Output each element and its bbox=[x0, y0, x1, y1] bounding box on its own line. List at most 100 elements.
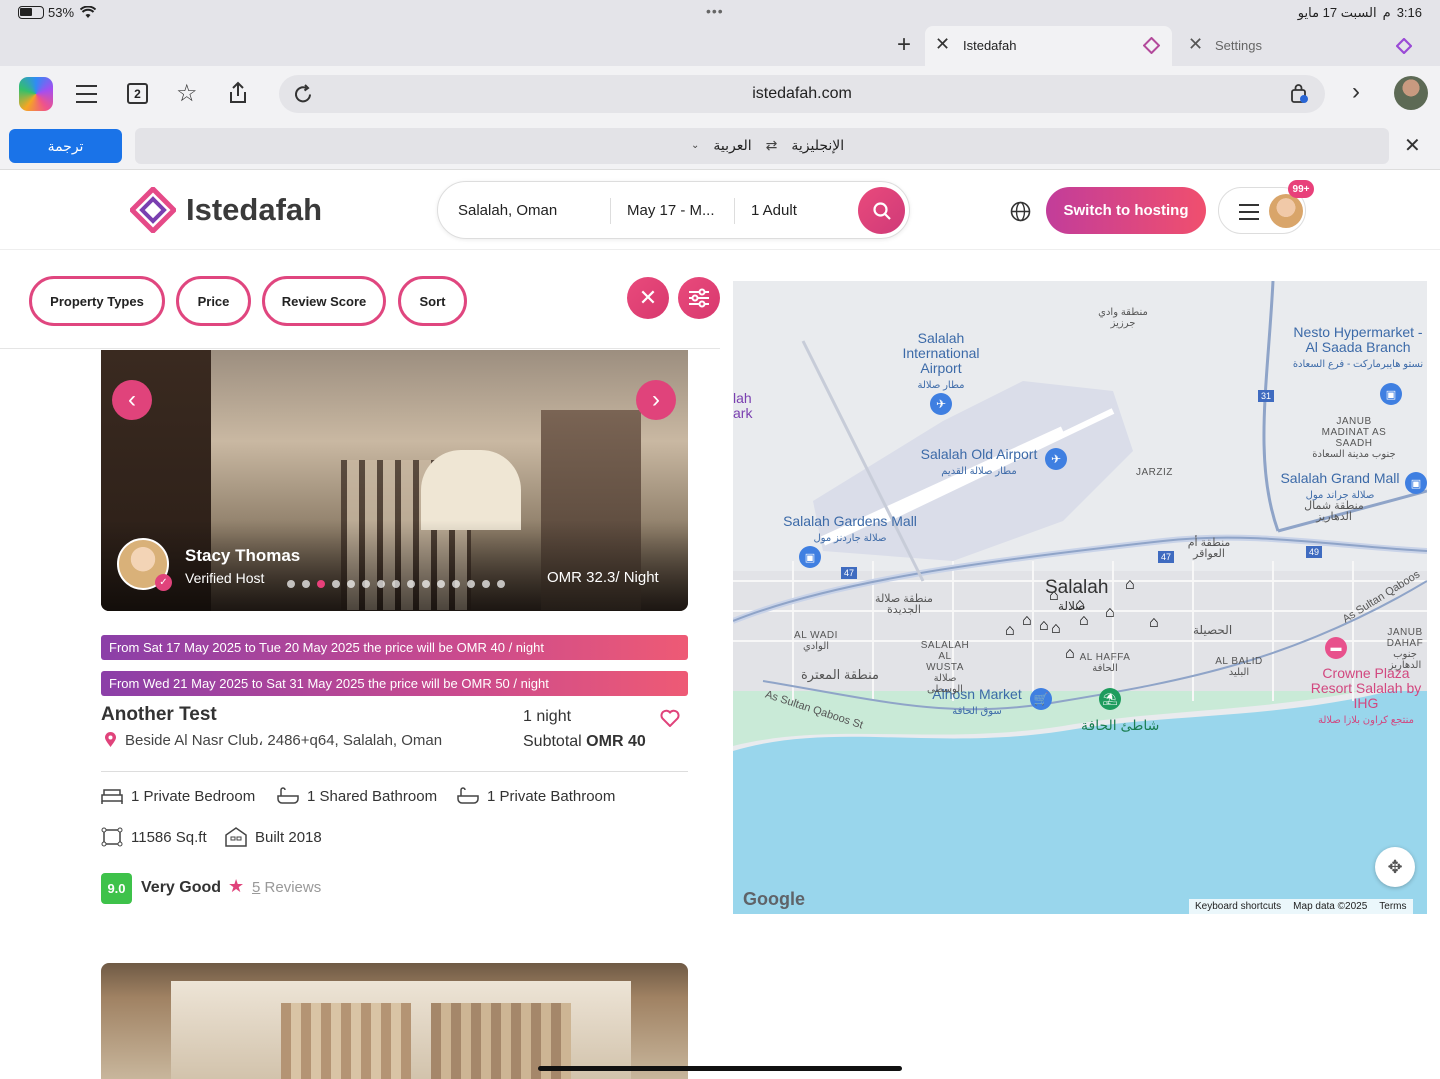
subtotal-label: Subtotal bbox=[523, 733, 582, 750]
filter-sort[interactable]: Sort bbox=[398, 276, 467, 326]
route-shield: 47 bbox=[1158, 551, 1174, 563]
airport-pin-icon[interactable]: ✈ bbox=[930, 393, 952, 415]
shopping-pin-icon[interactable]: ▣ bbox=[1380, 383, 1402, 405]
host-status: Verified Host bbox=[185, 570, 265, 586]
house-marker-icon[interactable]: ⌂ bbox=[1065, 645, 1075, 663]
amenity-area: 11586 Sq.ft bbox=[101, 827, 207, 847]
tab-istedafah[interactable]: ✕ Istedafah bbox=[925, 26, 1172, 66]
tab-label: Settings bbox=[1215, 38, 1262, 53]
beach-pin-icon[interactable]: ⛱ bbox=[1099, 688, 1121, 710]
tab-settings[interactable]: ✕ Settings bbox=[1178, 26, 1428, 66]
home-indicator bbox=[538, 1066, 902, 1071]
shopping-bag-icon[interactable] bbox=[1289, 84, 1309, 104]
istedafah-favicon-icon bbox=[1143, 37, 1160, 54]
prev-photo-button[interactable]: ‹ bbox=[112, 380, 152, 420]
search-button[interactable] bbox=[858, 187, 905, 234]
house-marker-icon[interactable]: ⌂ bbox=[1005, 622, 1015, 640]
keyboard-shortcuts-link[interactable]: Keyboard shortcuts bbox=[1195, 901, 1281, 912]
house-marker-icon[interactable]: ⌂ bbox=[1079, 612, 1089, 630]
tab-count-icon[interactable]: 2 bbox=[127, 83, 148, 104]
house-marker-icon[interactable]: ⌂ bbox=[1149, 614, 1159, 632]
istedafah-logo-icon[interactable] bbox=[130, 187, 176, 233]
translate-button[interactable]: ترجمة bbox=[9, 129, 122, 163]
map-label-al-wadi: AL WADI الوادي bbox=[794, 630, 838, 652]
map-pan-control-icon[interactable]: ✥ bbox=[1375, 847, 1415, 887]
copilot-icon[interactable] bbox=[19, 77, 53, 111]
favorite-star-icon[interactable]: ☆ bbox=[176, 79, 198, 108]
map-label-old-airport: Salalah Old Airport مطار صلالة القديم bbox=[920, 446, 1038, 478]
house-marker-icon[interactable]: ⌂ bbox=[1051, 620, 1061, 638]
airport-pin-icon[interactable]: ✈ bbox=[1045, 448, 1067, 470]
search-guests[interactable]: 1 Adult bbox=[751, 202, 797, 219]
map-label-janub-madinat: JANUB MADINAT AS SAADH جنوب مدينة السعادة bbox=[1312, 416, 1396, 460]
chevron-down-icon[interactable]: ⌄ bbox=[691, 140, 699, 151]
globe-icon[interactable] bbox=[1010, 201, 1031, 222]
map-label-al-balid: AL BALID البليد bbox=[1215, 656, 1263, 678]
clock: السبت 17 مايو م 3:16 bbox=[1298, 5, 1422, 21]
shopping-pin-icon[interactable]: ▣ bbox=[1405, 472, 1427, 494]
address-bar[interactable]: istedafah.com bbox=[279, 75, 1325, 113]
status-bar: 53% ••• السبت 17 مايو م 3:16 bbox=[0, 0, 1440, 26]
language-selector[interactable]: ⌄ العربية ⇄ الإنجليزية bbox=[135, 128, 1389, 164]
reviews-label: Reviews bbox=[264, 879, 322, 896]
shopping-pin-icon[interactable]: ▣ bbox=[799, 546, 821, 568]
close-translate-icon[interactable]: ✕ bbox=[1404, 133, 1421, 158]
logo-text[interactable]: Istedafah bbox=[186, 192, 322, 228]
status-ampm: م bbox=[1382, 5, 1391, 20]
swap-icon[interactable]: ⇄ bbox=[766, 137, 778, 154]
house-marker-icon[interactable]: ⌂ bbox=[1125, 576, 1135, 594]
house-marker-icon[interactable]: ⌂ bbox=[1105, 604, 1115, 622]
house-marker-icon[interactable]: ⌂ bbox=[1022, 612, 1032, 630]
menu-icon[interactable] bbox=[76, 85, 97, 103]
map-label-salalah-wusta: SALALAH AL WUSTA صلالة الوسطى bbox=[920, 640, 970, 695]
search-location[interactable]: Salalah, Oman bbox=[458, 202, 557, 219]
source-language[interactable]: الإنجليزية bbox=[791, 137, 844, 154]
filter-settings-button[interactable] bbox=[678, 277, 720, 319]
switch-to-hosting-button[interactable]: Switch to hosting bbox=[1046, 187, 1206, 234]
host-name: Stacy Thomas bbox=[185, 546, 301, 565]
hotel-pin-icon[interactable]: ▬ bbox=[1325, 637, 1347, 659]
map-label-new-salalah: منطقة صلالة الجديدة bbox=[875, 593, 933, 616]
close-tab-icon[interactable]: ✕ bbox=[935, 34, 950, 55]
clear-filters-button[interactable]: ✕ bbox=[627, 277, 669, 319]
user-menu-button[interactable]: 99+ bbox=[1218, 180, 1314, 234]
wifi-icon bbox=[80, 6, 96, 18]
heart-icon[interactable] bbox=[660, 709, 680, 727]
target-language[interactable]: العربية bbox=[713, 137, 751, 154]
map-label-beach: شاطئ الحافة bbox=[1081, 717, 1160, 733]
sliders-icon bbox=[689, 288, 709, 308]
search-bar[interactable]: Salalah, Oman May 17 - M... 1 Adult bbox=[437, 181, 910, 239]
bathtub-icon bbox=[277, 787, 299, 804]
listing-address: Beside Al Nasr Club، 2486+q64, Salalah, … bbox=[125, 732, 443, 749]
new-tab-icon[interactable]: + bbox=[893, 31, 915, 58]
map-label-husayla: الحصيلة bbox=[1193, 623, 1233, 637]
next-photo-button[interactable]: › bbox=[636, 380, 676, 420]
amenity-label: Built 2018 bbox=[255, 828, 322, 846]
terms-link[interactable]: Terms bbox=[1379, 901, 1406, 912]
profile-avatar[interactable] bbox=[1394, 76, 1428, 110]
listing-photo[interactable]: ‹ › ✓ Stacy Thomas Verified Host OMR 32.… bbox=[101, 350, 688, 611]
tab-bar: + ✕ Istedafah ✕ Settings bbox=[0, 26, 1440, 66]
area-icon bbox=[101, 827, 123, 847]
close-icon: ✕ bbox=[638, 285, 658, 310]
settings-favicon-icon bbox=[1396, 38, 1412, 54]
filter-property-types[interactable]: Property Types bbox=[29, 276, 165, 326]
photo-pagination[interactable] bbox=[287, 575, 512, 593]
reviews-link[interactable]: 5 Reviews bbox=[252, 879, 321, 896]
multitask-dots[interactable]: ••• bbox=[706, 3, 724, 19]
map-label-salalah-ar: صلالة bbox=[1058, 599, 1086, 613]
filter-review-score[interactable]: Review Score bbox=[262, 276, 386, 326]
close-tab-icon[interactable]: ✕ bbox=[1188, 34, 1203, 55]
review-score-text: Very Good bbox=[141, 879, 222, 896]
map-data-text: Map data ©2025 bbox=[1293, 901, 1368, 912]
share-icon[interactable] bbox=[227, 81, 249, 105]
map-view[interactable]: ✈ ✈ ▣ ▣ ▣ 🛒 ⛱ ▬ ⌂ ⌂ ⌂ ⌂ ⌂ ⌂ ⌂ ⌂ ⌂ ⌂ ⌂ Sa… bbox=[733, 281, 1427, 914]
search-dates[interactable]: May 17 - M... bbox=[627, 202, 715, 219]
house-marker-icon[interactable]: ⌂ bbox=[1039, 617, 1049, 635]
filter-price[interactable]: Price bbox=[176, 276, 251, 326]
map-label-nesto: Nesto Hypermarket - Al Saada Branch نستو … bbox=[1292, 324, 1424, 371]
listing-photo[interactable] bbox=[101, 963, 688, 1079]
forward-chevron-icon[interactable]: › bbox=[1352, 78, 1360, 106]
cart-pin-icon[interactable]: 🛒 bbox=[1030, 688, 1052, 710]
listing-title[interactable]: Another Test bbox=[101, 704, 217, 726]
